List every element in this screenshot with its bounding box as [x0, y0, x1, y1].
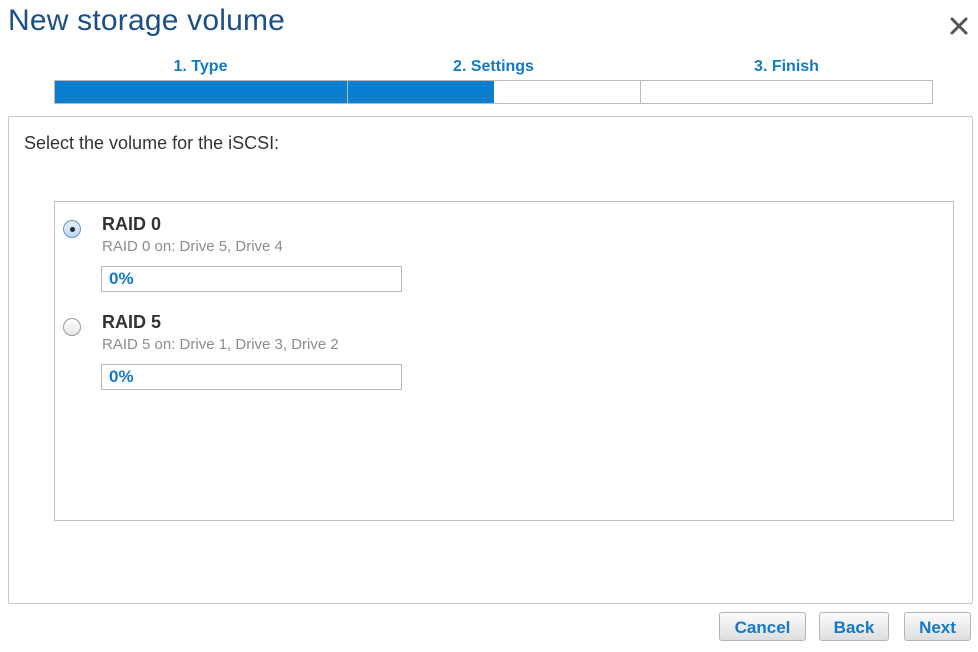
volume-description: RAID 5 on: Drive 1, Drive 3, Drive 2 [102, 336, 339, 353]
volume-usage-bar: 0% [101, 266, 402, 292]
close-icon [950, 17, 968, 35]
volume-option-raid0[interactable]: RAID 0 RAID 0 on: Drive 5, Drive 4 0% [55, 202, 953, 292]
volume-usage-text: 0% [109, 269, 134, 288]
volume-usage-bar: 0% [101, 364, 402, 390]
step-label-settings: 2. Settings [453, 58, 534, 75]
radio-selected-dot [70, 227, 75, 232]
progress-divider [640, 81, 641, 103]
volume-option-raid5[interactable]: RAID 5 RAID 5 on: Drive 1, Drive 3, Driv… [55, 300, 953, 390]
close-button[interactable] [946, 10, 974, 38]
volume-prompt: Select the volume for the iSCSI: [24, 133, 280, 153]
volume-list: RAID 0 RAID 0 on: Drive 5, Drive 4 0% RA… [54, 201, 954, 521]
wizard-progress-bar [54, 80, 933, 104]
step-label-finish: 3. Finish [754, 58, 819, 75]
progress-step-1 [55, 81, 347, 103]
back-button[interactable]: Back [819, 612, 889, 641]
volume-description: RAID 0 on: Drive 5, Drive 4 [102, 238, 283, 255]
volume-name: RAID 5 [102, 312, 162, 332]
progress-step-2 [348, 81, 494, 103]
volume-usage-text: 0% [109, 367, 134, 386]
progress-divider [347, 81, 348, 103]
volume-radio-raid5[interactable] [63, 318, 81, 336]
wizard-steps: 1. Type 2. Settings 3. Finish [54, 58, 933, 78]
content-panel: Select the volume for the iSCSI: RAID 0 … [8, 116, 973, 604]
dialog-title: New storage volume [8, 4, 286, 37]
cancel-button[interactable]: Cancel [719, 612, 806, 641]
next-button[interactable]: Next [904, 612, 971, 641]
volume-radio-raid0[interactable] [63, 220, 81, 238]
step-label-type: 1. Type [173, 58, 228, 75]
volume-name: RAID 0 [102, 214, 162, 234]
